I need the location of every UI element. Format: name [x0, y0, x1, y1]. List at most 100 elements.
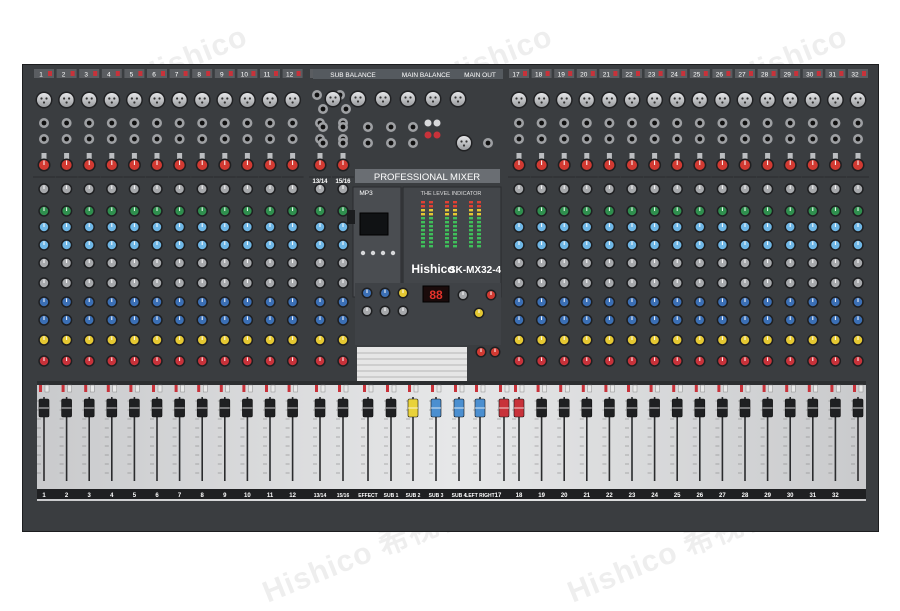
rotary-knob[interactable]: [671, 296, 683, 308]
gain-knob[interactable]: [263, 158, 277, 172]
rotary-knob[interactable]: [784, 183, 796, 195]
rotary-knob[interactable]: [603, 257, 616, 269]
rotary-knob[interactable]: [852, 205, 864, 217]
rotary-knob[interactable]: [314, 221, 326, 233]
rotary-knob[interactable]: [739, 355, 751, 367]
rotary-knob[interactable]: [807, 314, 819, 326]
rotary-knob[interactable]: [739, 239, 751, 251]
gain-knob[interactable]: [715, 158, 729, 172]
xlr-input-jack[interactable]: [759, 91, 777, 109]
rotary-knob[interactable]: [241, 314, 254, 326]
xlr-input-jack[interactable]: [216, 91, 234, 109]
rotary-knob[interactable]: [241, 205, 254, 217]
rotary-knob[interactable]: [196, 239, 208, 251]
rotary-knob[interactable]: [852, 277, 864, 289]
effect-knob[interactable]: [379, 305, 391, 317]
rotary-knob[interactable]: [286, 257, 299, 269]
xlr-input-jack[interactable]: [849, 91, 867, 109]
rotary-knob[interactable]: [128, 257, 141, 269]
xlr-input-jack[interactable]: [349, 90, 367, 108]
xlr-input-jack[interactable]: [826, 91, 844, 109]
rotary-knob[interactable]: [196, 355, 208, 367]
rotary-knob[interactable]: [784, 355, 796, 367]
fader-button[interactable]: [44, 384, 50, 393]
fader-button[interactable]: [436, 384, 442, 393]
rotary-knob[interactable]: [535, 183, 548, 195]
xlr-input-jack[interactable]: [804, 91, 822, 109]
fader-button[interactable]: [723, 384, 728, 393]
mp3-button[interactable]: [370, 250, 376, 256]
rotary-knob[interactable]: [603, 239, 616, 251]
gain-knob[interactable]: [738, 158, 752, 172]
fader-button[interactable]: [225, 384, 231, 393]
rotary-knob[interactable]: [241, 257, 254, 269]
rotary-knob[interactable]: [173, 314, 186, 326]
xlr-input-jack[interactable]: [781, 91, 799, 109]
line-input-jack[interactable]: [174, 118, 185, 128]
rotary-knob[interactable]: [264, 334, 276, 346]
rotary-knob[interactable]: [337, 239, 349, 251]
rotary-knob[interactable]: [739, 296, 751, 308]
line-input-jack[interactable]: [807, 134, 818, 144]
rotary-knob[interactable]: [151, 355, 163, 367]
gain-knob[interactable]: [82, 158, 96, 172]
gain-knob[interactable]: [150, 158, 164, 172]
gain-knob[interactable]: [580, 158, 594, 172]
rotary-knob[interactable]: [128, 314, 141, 326]
rotary-knob[interactable]: [196, 257, 208, 269]
line-input-jack[interactable]: [672, 118, 683, 128]
rotary-knob[interactable]: [38, 355, 50, 367]
xlr-input-jack[interactable]: [80, 91, 98, 109]
rotary-knob[interactable]: [694, 183, 706, 195]
xlr-input-jack[interactable]: [691, 91, 709, 109]
rotary-knob[interactable]: [694, 277, 706, 289]
rotary-knob[interactable]: [558, 239, 570, 251]
rotary-knob[interactable]: [337, 257, 349, 269]
fader-button[interactable]: [745, 384, 751, 393]
rotary-knob[interactable]: [173, 277, 186, 289]
rotary-knob[interactable]: [83, 277, 95, 289]
fader-button[interactable]: [67, 384, 72, 393]
switch[interactable]: [177, 153, 183, 159]
xlr-input-jack[interactable]: [424, 90, 442, 108]
line-input-jack[interactable]: [581, 134, 592, 144]
rotary-knob[interactable]: [128, 205, 141, 217]
line-input-jack[interactable]: [242, 134, 253, 144]
fader-button[interactable]: [180, 384, 185, 393]
rotary-knob[interactable]: [264, 296, 276, 308]
rotary-knob[interactable]: [784, 277, 796, 289]
xlr-input-jack[interactable]: [455, 134, 473, 152]
rca-jack[interactable]: [424, 131, 432, 139]
rotary-knob[interactable]: [286, 277, 299, 289]
rotary-knob[interactable]: [38, 183, 50, 195]
rotary-knob[interactable]: [535, 239, 548, 251]
fader-button[interactable]: [112, 384, 118, 393]
xlr-input-jack[interactable]: [555, 91, 573, 109]
rotary-knob[interactable]: [807, 257, 819, 269]
line-input-jack[interactable]: [341, 104, 351, 114]
rotary-knob[interactable]: [173, 355, 186, 367]
gain-knob[interactable]: [693, 158, 707, 172]
rotary-knob[interactable]: [286, 205, 299, 217]
xlr-input-jack[interactable]: [171, 91, 189, 109]
rotary-knob[interactable]: [314, 183, 326, 195]
switch[interactable]: [855, 153, 861, 159]
rotary-knob[interactable]: [196, 205, 208, 217]
gain-knob[interactable]: [783, 158, 797, 172]
rotary-knob[interactable]: [581, 314, 593, 326]
rotary-knob[interactable]: [716, 355, 729, 367]
rotary-knob[interactable]: [829, 314, 842, 326]
rotary-knob[interactable]: [694, 355, 706, 367]
rotary-knob[interactable]: [106, 334, 118, 346]
xlr-input-jack[interactable]: [284, 91, 302, 109]
rotary-knob[interactable]: [581, 257, 593, 269]
rotary-knob[interactable]: [829, 205, 842, 217]
fader-button[interactable]: [565, 384, 570, 393]
rca-jack[interactable]: [433, 119, 441, 127]
switch[interactable]: [787, 153, 793, 159]
line-input-jack[interactable]: [39, 118, 49, 128]
fader-button[interactable]: [700, 384, 705, 393]
rotary-knob[interactable]: [535, 314, 548, 326]
switch[interactable]: [561, 153, 567, 159]
line-input-jack[interactable]: [312, 90, 322, 100]
